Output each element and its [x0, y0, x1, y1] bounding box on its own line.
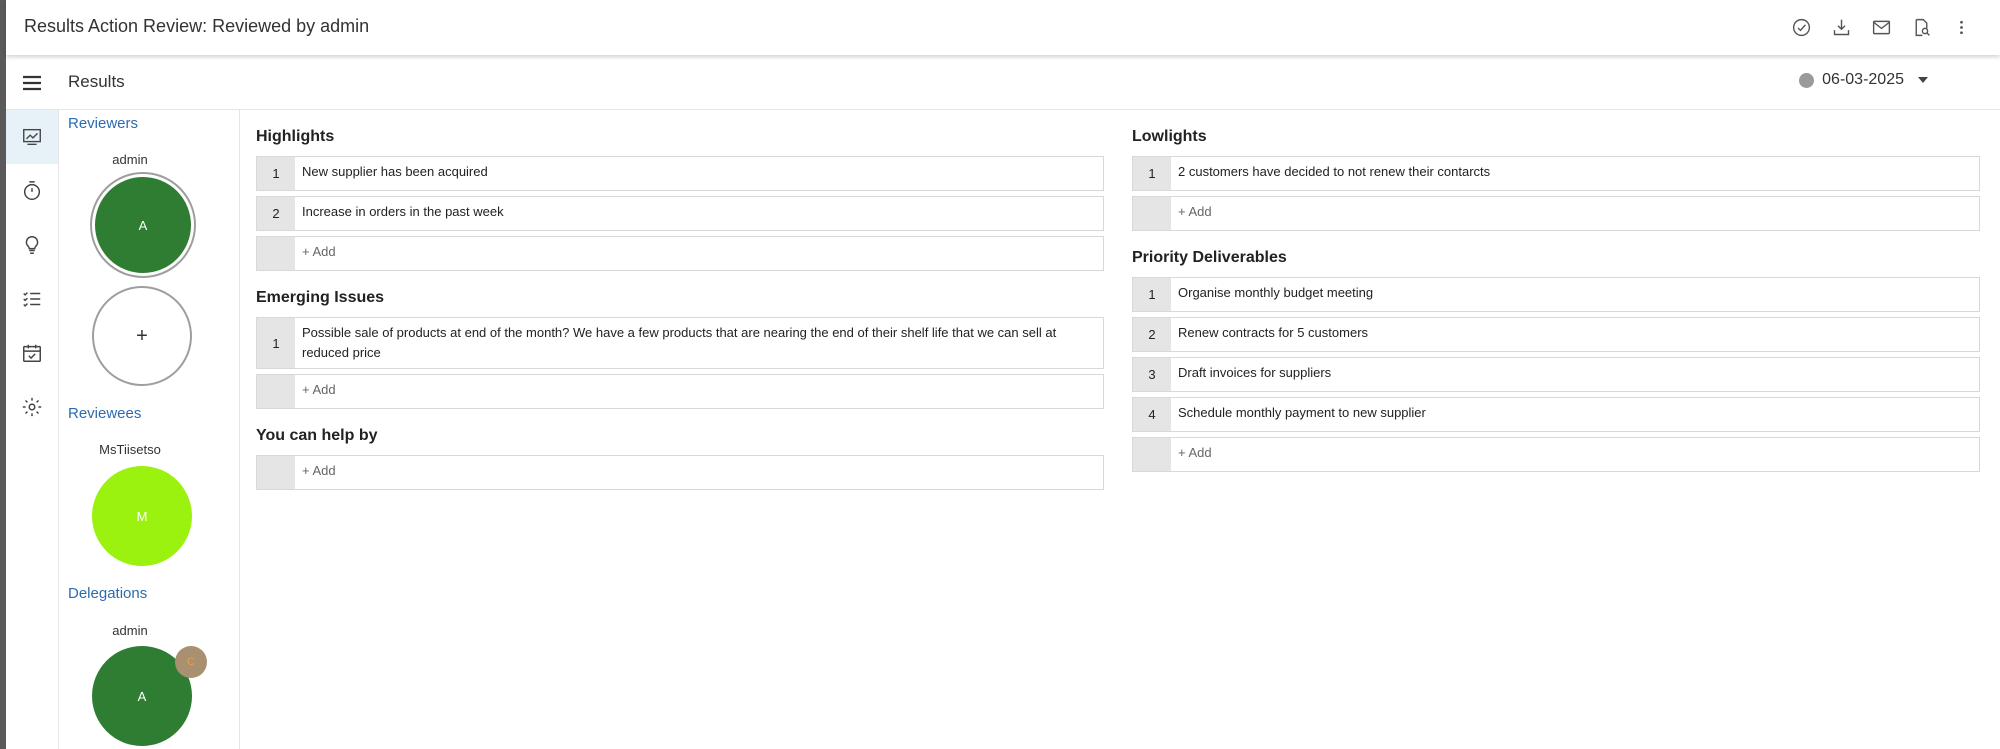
- header-actions: [1788, 14, 1974, 40]
- item-number: 3: [1133, 358, 1171, 391]
- download-icon[interactable]: [1828, 14, 1854, 40]
- add-deliverable-button[interactable]: + Add: [1132, 437, 1980, 472]
- more-vert-icon[interactable]: [1948, 14, 1974, 40]
- add-label: + Add: [302, 382, 336, 397]
- avatar-initial: A: [138, 217, 148, 233]
- settings-icon[interactable]: [6, 380, 58, 434]
- add-reviewer-button[interactable]: +: [92, 286, 192, 386]
- help-section: You can help by + Add: [256, 427, 1104, 490]
- section-title: Emerging Issues: [256, 289, 385, 306]
- emerging-issues-section: Emerging Issues 1 Possible sale of produ…: [256, 289, 1104, 409]
- list-item[interactable]: 1 Organise monthly budget meeting: [1132, 277, 1980, 312]
- section-title: You can help by: [256, 427, 378, 444]
- add-label: + Add: [302, 244, 336, 259]
- results-bar: Results 06-03-2025: [6, 55, 2000, 110]
- item-number-empty: [257, 237, 295, 270]
- add-label: + Add: [302, 463, 336, 478]
- people-panel: Reviewers admin A + Reviewees MsTiisetso…: [60, 110, 240, 749]
- date-selector[interactable]: 06-03-2025: [1799, 71, 1928, 89]
- calendar-check-icon[interactable]: [6, 326, 58, 380]
- item-number: 1: [257, 157, 295, 190]
- list-item[interactable]: 1 New supplier has been acquired: [256, 156, 1104, 191]
- document-search-icon[interactable]: [1908, 14, 1934, 40]
- delegations-heading[interactable]: Delegations: [68, 585, 147, 602]
- list-item[interactable]: 1 Possible sale of products at end of th…: [256, 317, 1104, 369]
- item-number: 2: [1133, 318, 1171, 351]
- avatar-initial: M: [136, 508, 148, 524]
- left-column: Highlights 1 New supplier has been acqui…: [256, 128, 1104, 508]
- reviewer-name: admin: [112, 152, 148, 167]
- right-column: Lowlights 1 2 customers have decided to …: [1132, 128, 1980, 490]
- menu-icon[interactable]: [20, 71, 44, 95]
- highlights-section: Highlights 1 New supplier has been acqui…: [256, 128, 1104, 271]
- delegate-name: admin: [112, 623, 148, 638]
- item-text: Possible sale of products at end of the …: [302, 325, 1057, 360]
- add-highlight-button[interactable]: + Add: [256, 236, 1104, 271]
- list-item[interactable]: 1 2 customers have decided to not renew …: [1132, 156, 1980, 191]
- lightbulb-icon[interactable]: [6, 218, 58, 272]
- delegate-badge: C: [175, 646, 207, 678]
- reviewers-heading[interactable]: Reviewers: [68, 115, 138, 132]
- checklist-icon[interactable]: [6, 272, 58, 326]
- item-text: Renew contracts for 5 customers: [1178, 325, 1369, 340]
- results-label: Results: [68, 72, 125, 91]
- timer-icon[interactable]: [6, 164, 58, 218]
- list-item[interactable]: 2 Increase in orders in the past week: [256, 196, 1104, 231]
- priority-deliverables-section: Priority Deliverables 1 Organise monthly…: [1132, 249, 1980, 472]
- item-number-empty: [257, 456, 295, 489]
- item-number-empty: [1133, 438, 1171, 471]
- item-number: 1: [257, 318, 295, 368]
- item-text: New supplier has been acquired: [302, 164, 488, 179]
- section-title: Priority Deliverables: [1132, 249, 1287, 266]
- item-text: Schedule monthly payment to new supplier: [1178, 405, 1426, 420]
- item-text: Increase in orders in the past week: [302, 204, 504, 219]
- badge-initial: C: [187, 656, 195, 668]
- page-title: Results Action Review: Reviewed by admin: [24, 16, 370, 36]
- item-text: Organise monthly budget meeting: [1178, 285, 1374, 300]
- avatar[interactable]: M: [92, 466, 192, 566]
- item-number: 4: [1133, 398, 1171, 431]
- list-item[interactable]: 3 Draft invoices for suppliers: [1132, 357, 1980, 392]
- status-dot: [1799, 72, 1815, 88]
- item-number: 1: [1133, 157, 1171, 190]
- chevron-down-icon: [1918, 77, 1928, 83]
- plus-icon: +: [136, 324, 148, 347]
- item-number: 1: [1133, 278, 1171, 311]
- add-issue-button[interactable]: + Add: [256, 374, 1104, 409]
- add-label: + Add: [1178, 445, 1212, 460]
- date-value: 06-03-2025: [1822, 71, 1904, 88]
- icon-rail: [6, 110, 59, 749]
- add-lowlight-button[interactable]: + Add: [1132, 196, 1980, 231]
- email-icon[interactable]: [1868, 14, 1894, 40]
- list-item[interactable]: 2 Renew contracts for 5 customers: [1132, 317, 1980, 352]
- item-number-empty: [257, 375, 295, 408]
- section-title: Lowlights: [1132, 128, 1207, 145]
- reviewees-heading[interactable]: Reviewees: [68, 405, 141, 422]
- avatar[interactable]: A: [92, 174, 194, 276]
- reviewee-name: MsTiisetso: [99, 442, 161, 457]
- item-text: Draft invoices for suppliers: [1178, 365, 1332, 380]
- add-help-button[interactable]: + Add: [256, 455, 1104, 490]
- section-title: Highlights: [256, 128, 335, 145]
- lowlights-section: Lowlights 1 2 customers have decided to …: [1132, 128, 1980, 231]
- add-label: + Add: [1178, 204, 1212, 219]
- list-item[interactable]: 4 Schedule monthly payment to new suppli…: [1132, 397, 1980, 432]
- item-text: 2 customers have decided to not renew th…: [1178, 164, 1491, 179]
- avatar-initial: A: [137, 688, 147, 704]
- check-circle-icon[interactable]: [1788, 14, 1814, 40]
- item-number-empty: [1133, 197, 1171, 230]
- item-number: 2: [257, 197, 295, 230]
- title-bar: Results Action Review: Reviewed by admin: [6, 0, 2000, 55]
